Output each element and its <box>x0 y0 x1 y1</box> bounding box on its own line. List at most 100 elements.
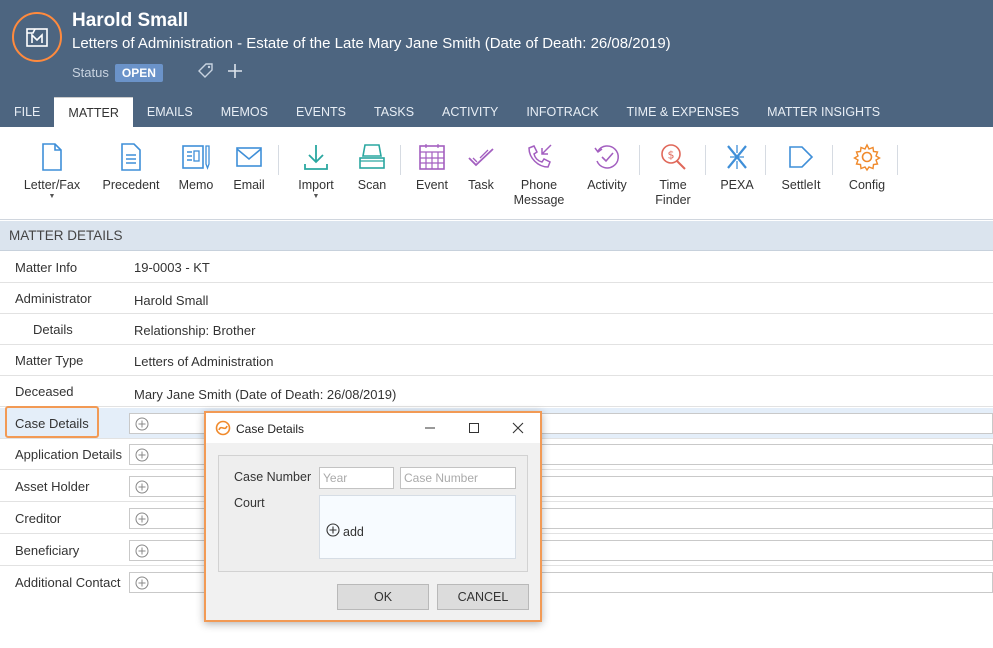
email-button[interactable]: Email <box>230 141 268 193</box>
precedent-button[interactable]: Precedent <box>100 141 162 193</box>
tab-memos[interactable]: MEMOS <box>207 97 282 127</box>
add-circle-icon[interactable] <box>135 512 149 529</box>
app-logo-icon <box>215 420 231 439</box>
add-circle-icon <box>326 523 340 540</box>
settleit-button[interactable]: SettleIt <box>778 141 824 193</box>
ribbon-separator <box>400 145 401 175</box>
task-button[interactable]: Task <box>462 141 500 193</box>
details-value[interactable]: Relationship: Brother <box>134 323 255 338</box>
matter-title: Letters of Administration - Estate of th… <box>72 35 671 52</box>
matter-info-label: Matter Info <box>15 260 78 275</box>
phone-message-button[interactable]: Phone Message <box>512 141 566 208</box>
letter-fax-button[interactable]: Letter/Fax ▼ <box>22 141 82 200</box>
status-badge[interactable]: OPEN <box>114 63 163 82</box>
add-court-button[interactable]: add <box>326 523 364 540</box>
detail-row-matter-type: Matter Type Letters of Administration <box>0 345 993 376</box>
deceased-label: Deceased <box>15 384 74 399</box>
matter-type-value[interactable]: Letters of Administration <box>134 354 273 369</box>
ribbon-separator <box>639 145 640 175</box>
detail-row-details: Details Relationship: Brother <box>0 314 993 345</box>
tab-matter[interactable]: MATTER <box>54 97 133 127</box>
plus-icon[interactable] <box>227 63 243 82</box>
tab-activity[interactable]: ACTIVITY <box>428 97 512 127</box>
activity-button[interactable]: Activity <box>584 141 630 193</box>
add-circle-icon[interactable] <box>135 480 149 497</box>
case-number-input[interactable] <box>400 467 516 489</box>
checkmark-icon <box>462 141 500 173</box>
additional-contact-label: Additional Contact <box>15 575 121 590</box>
pexa-icon <box>718 141 756 173</box>
scan-button[interactable]: Scan <box>354 141 390 193</box>
section-title: MATTER DETAILS <box>0 221 993 251</box>
add-circle-icon[interactable] <box>135 448 149 465</box>
matter-info-value[interactable]: 19-0003 - KT <box>134 260 210 275</box>
download-icon <box>292 141 340 173</box>
ribbon-separator <box>705 145 706 175</box>
main-tabs: FILE MATTER EMAILS MEMOS EVENTS TASKS AC… <box>0 97 894 127</box>
matter-icon[interactable] <box>12 12 62 62</box>
activity-check-icon <box>584 141 630 173</box>
memo-button[interactable]: Memo <box>176 141 216 193</box>
scanner-icon <box>354 141 390 173</box>
detail-row-administrator: Administrator Harold Small <box>0 283 993 314</box>
tab-file[interactable]: FILE <box>0 97 54 127</box>
court-label: Court <box>234 496 265 510</box>
case-details-dialog: Case Details Case Number Court add OK CA… <box>204 411 542 622</box>
chevron-down-icon: ▼ <box>48 193 56 200</box>
application-details-label: Application Details <box>15 447 122 462</box>
dialog-title: Case Details <box>236 422 305 436</box>
court-list: add <box>319 495 516 559</box>
case-number-label: Case Number <box>234 470 312 484</box>
tab-tasks[interactable]: TASKS <box>360 97 428 127</box>
chevron-down-icon: ▼ <box>312 193 320 200</box>
status-label: Status <box>72 65 109 80</box>
ok-button[interactable]: OK <box>337 584 429 610</box>
matter-type-label: Matter Type <box>15 353 84 368</box>
memo-icon <box>176 141 216 173</box>
maximize-icon[interactable] <box>464 419 484 437</box>
details-label: Details <box>33 322 73 337</box>
ribbon-separator <box>765 145 766 175</box>
document-icon <box>22 141 82 173</box>
year-input[interactable] <box>319 467 394 489</box>
client-name: Harold Small <box>72 10 189 31</box>
tab-emails[interactable]: EMAILS <box>133 97 207 127</box>
ribbon-separator <box>897 145 898 175</box>
ribbon-separator <box>278 145 279 175</box>
tab-matter-insights[interactable]: MATTER INSIGHTS <box>753 97 894 127</box>
deceased-value[interactable]: Mary Jane Smith (Date of Death: 26/08/20… <box>134 387 396 402</box>
add-circle-icon[interactable] <box>135 544 149 561</box>
precedent-icon <box>100 141 162 173</box>
dialog-body: Case Number Court add <box>218 455 528 572</box>
gear-icon <box>846 141 888 173</box>
phone-icon <box>512 141 566 173</box>
import-button[interactable]: Import ▼ <box>292 141 340 200</box>
dialog-title-bar[interactable]: Case Details <box>206 413 540 443</box>
tab-infotrack[interactable]: INFOTRACK <box>512 97 612 127</box>
tab-time-expenses[interactable]: TIME & EXPENSES <box>613 97 754 127</box>
magnifier-dollar-icon: $ <box>652 141 694 173</box>
minimize-icon[interactable] <box>420 419 440 437</box>
add-circle-icon[interactable] <box>135 576 149 593</box>
tag-icon[interactable] <box>197 62 215 83</box>
calendar-icon <box>412 141 452 173</box>
cancel-button[interactable]: CANCEL <box>437 584 529 610</box>
envelope-icon <box>230 141 268 173</box>
event-button[interactable]: Event <box>412 141 452 193</box>
close-icon[interactable] <box>508 419 528 437</box>
time-finder-button[interactable]: $ Time Finder <box>652 141 694 208</box>
asset-holder-label: Asset Holder <box>15 479 90 494</box>
config-button[interactable]: Config <box>846 141 888 193</box>
arrow-right-icon <box>778 141 824 173</box>
administrator-value[interactable]: Harold Small <box>134 293 208 308</box>
svg-text:$: $ <box>668 149 675 162</box>
pexa-button[interactable]: PEXA <box>718 141 756 193</box>
ribbon-separator <box>832 145 833 175</box>
detail-row-matter-info: Matter Info 19-0003 - KT <box>0 252 993 283</box>
add-circle-icon[interactable] <box>135 417 149 434</box>
add-court-label: add <box>343 524 364 539</box>
matter-header: Harold Small Letters of Administration -… <box>0 0 993 127</box>
detail-row-deceased: Deceased Mary Jane Smith (Date of Death:… <box>0 376 993 407</box>
tab-events[interactable]: EVENTS <box>282 97 360 127</box>
ribbon-toolbar: Letter/Fax ▼ Precedent Memo Email Import… <box>0 127 993 220</box>
